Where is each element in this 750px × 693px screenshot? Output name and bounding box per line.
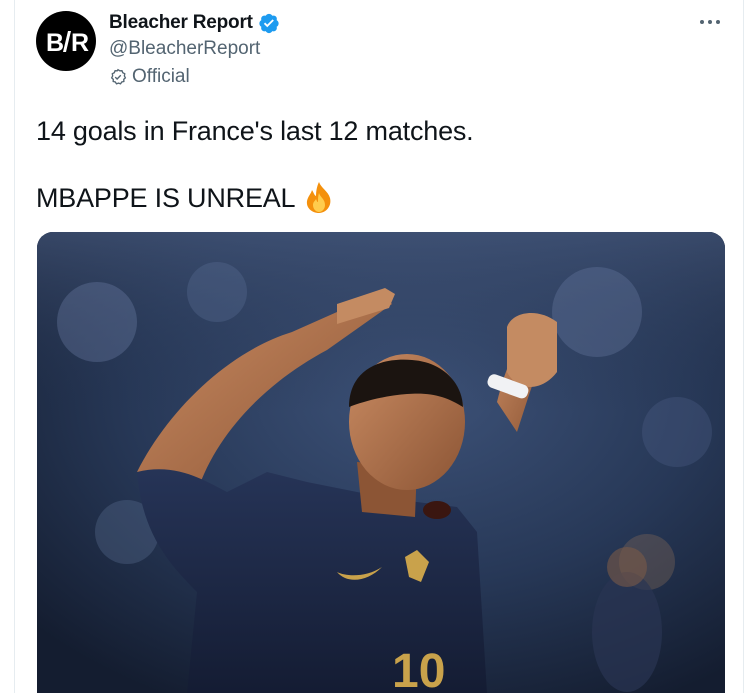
more-options-button[interactable] [695, 10, 725, 34]
svg-text:B: B [46, 29, 64, 57]
tweet-text-line-1: 14 goals in France's last 12 matches. [36, 116, 474, 146]
official-check-icon [110, 68, 127, 85]
fire-emoji-icon [307, 182, 331, 213]
jersey-number: 10 [392, 645, 445, 693]
author-name-row[interactable]: Bleacher Report [109, 12, 280, 34]
tweet-text-line-2-row: MBAPPE IS UNREAL [36, 180, 335, 216]
tweet-card[interactable]: B R Bleacher Report @BleacherReport Offi… [14, 0, 744, 693]
bleacher-report-logo-icon: B R [46, 29, 89, 57]
author-handle[interactable]: @BleacherReport [109, 38, 260, 60]
tweet-text-line-2: MBAPPE IS UNREAL [36, 183, 296, 213]
mbappe-celebration-photo: 10 [37, 232, 725, 693]
author-avatar[interactable]: B R [36, 11, 96, 71]
official-label-text: Official [132, 66, 190, 87]
svg-text:R: R [71, 29, 89, 57]
more-dots-icon [700, 20, 720, 24]
author-display-name[interactable]: Bleacher Report [109, 12, 253, 34]
tweet-photo[interactable]: 10 [37, 232, 725, 693]
official-label: Official [109, 66, 190, 88]
verified-badge-icon [258, 12, 280, 34]
